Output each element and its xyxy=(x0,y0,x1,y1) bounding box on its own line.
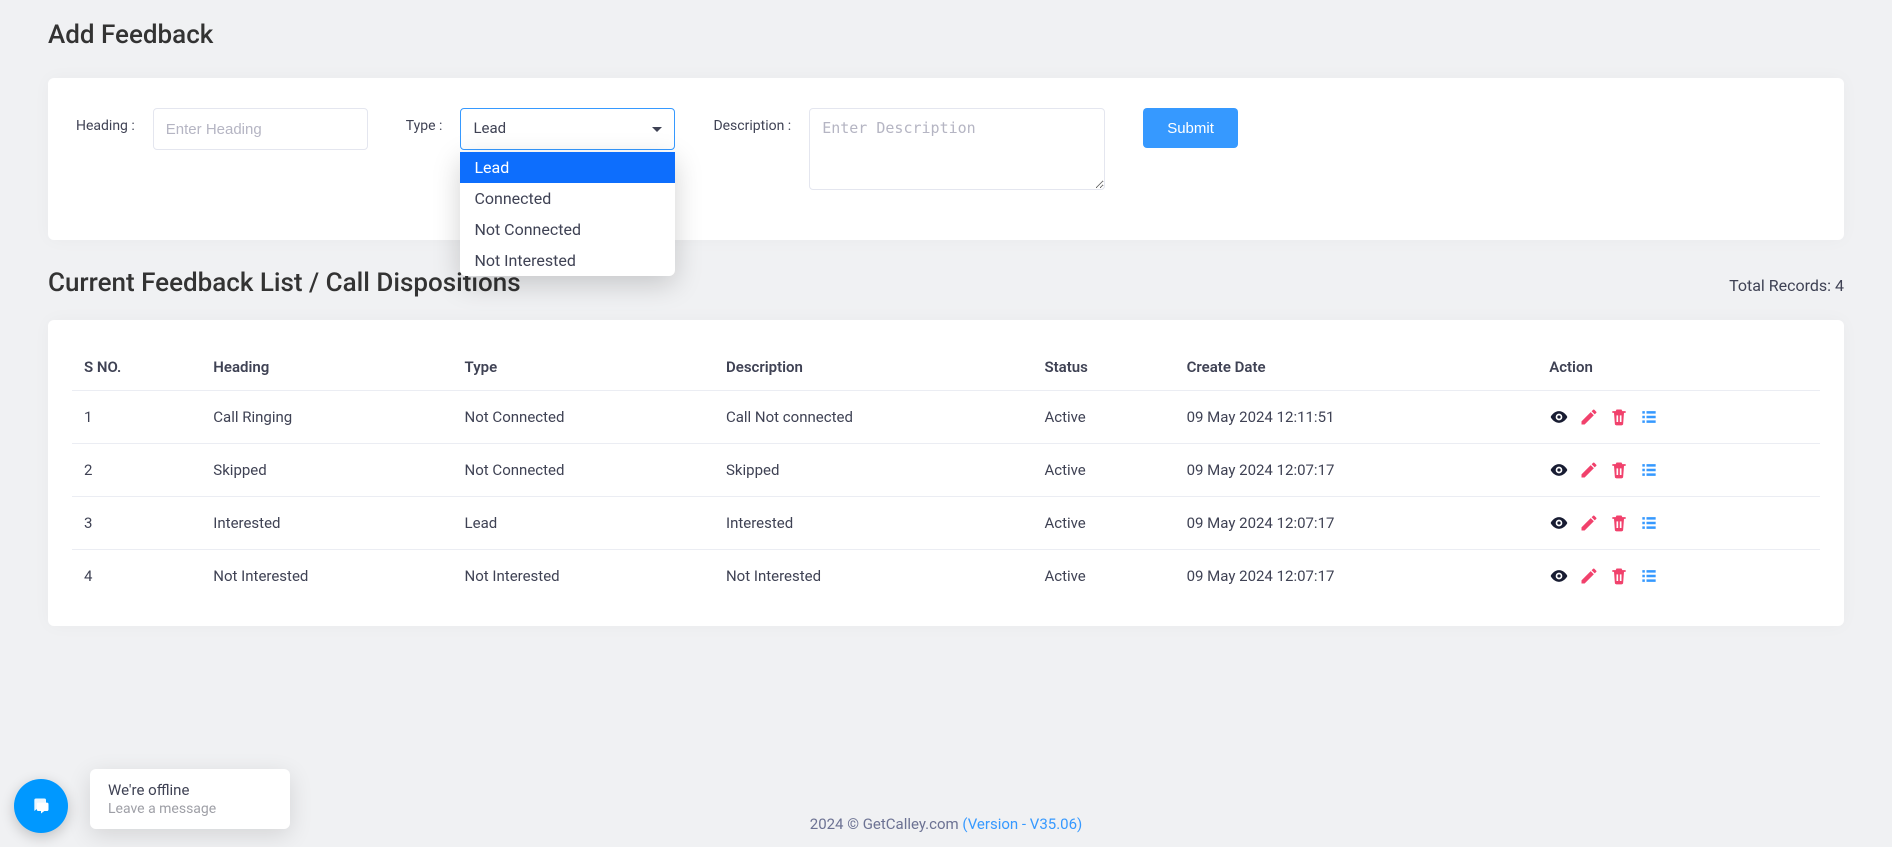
cell-heading: Call Ringing xyxy=(201,391,452,444)
edit-icon[interactable] xyxy=(1579,407,1599,427)
column-header: S NO. xyxy=(72,344,201,391)
type-option[interactable]: Not Interested xyxy=(460,245,675,276)
edit-icon[interactable] xyxy=(1579,460,1599,480)
cell-description: Not Interested xyxy=(714,550,1032,603)
page-title: Add Feedback xyxy=(48,20,1844,50)
cell-type: Not Connected xyxy=(453,391,714,444)
type-selected-value: Lead xyxy=(473,119,506,137)
cell-sno: 2 xyxy=(72,444,201,497)
cell-status: Active xyxy=(1032,444,1174,497)
cell-create_date: 09 May 2024 12:07:17 xyxy=(1175,444,1538,497)
cell-type: Lead xyxy=(453,497,714,550)
column-header: Action xyxy=(1537,344,1820,391)
table-row: 2SkippedNot ConnectedSkippedActive09 May… xyxy=(72,444,1820,497)
column-header: Heading xyxy=(201,344,452,391)
type-label: Type : xyxy=(406,108,443,134)
cell-status: Active xyxy=(1032,497,1174,550)
list-title: Current Feedback List / Call Disposition… xyxy=(48,268,521,298)
cell-action xyxy=(1537,444,1820,497)
type-option[interactable]: Not Connected xyxy=(460,214,675,245)
view-icon[interactable] xyxy=(1549,566,1569,586)
cell-action xyxy=(1537,391,1820,444)
version-link[interactable]: (Version - V35.06) xyxy=(962,815,1082,833)
view-icon[interactable] xyxy=(1549,513,1569,533)
delete-icon[interactable] xyxy=(1609,460,1629,480)
cell-type: Not Interested xyxy=(453,550,714,603)
feedback-table: S NO.HeadingTypeDescriptionStatusCreate … xyxy=(72,344,1820,602)
cell-description: Interested xyxy=(714,497,1032,550)
heading-input[interactable] xyxy=(153,108,368,150)
description-label: Description : xyxy=(713,108,791,134)
column-header: Status xyxy=(1032,344,1174,391)
view-icon[interactable] xyxy=(1549,407,1569,427)
list-icon[interactable] xyxy=(1639,566,1659,586)
chat-icon xyxy=(31,796,51,816)
description-textarea[interactable] xyxy=(809,108,1105,190)
type-option[interactable]: Connected xyxy=(460,183,675,214)
delete-icon[interactable] xyxy=(1609,513,1629,533)
list-icon[interactable] xyxy=(1639,460,1659,480)
cell-heading: Not Interested xyxy=(201,550,452,603)
column-header: Create Date xyxy=(1175,344,1538,391)
cell-action xyxy=(1537,550,1820,603)
heading-label: Heading : xyxy=(76,108,135,134)
type-option[interactable]: Lead xyxy=(460,152,675,183)
cell-sno: 3 xyxy=(72,497,201,550)
delete-icon[interactable] xyxy=(1609,407,1629,427)
footer-copyright: 2024 © GetCalley.com xyxy=(810,815,963,833)
table-row: 4Not InterestedNot InterestedNot Interes… xyxy=(72,550,1820,603)
cell-type: Not Connected xyxy=(453,444,714,497)
cell-heading: Interested xyxy=(201,497,452,550)
chat-status-text: We're offline xyxy=(108,781,272,799)
cell-status: Active xyxy=(1032,391,1174,444)
cell-sno: 4 xyxy=(72,550,201,603)
description-field-group: Description : xyxy=(713,108,1105,190)
delete-icon[interactable] xyxy=(1609,566,1629,586)
type-dropdown: LeadConnectedNot ConnectedNot Interested xyxy=(460,152,675,276)
column-header: Type xyxy=(453,344,714,391)
cell-sno: 1 xyxy=(72,391,201,444)
edit-icon[interactable] xyxy=(1579,513,1599,533)
cell-description: Skipped xyxy=(714,444,1032,497)
type-field-group: Type : Lead LeadConnectedNot ConnectedNo… xyxy=(406,108,676,150)
feedback-table-card: S NO.HeadingTypeDescriptionStatusCreate … xyxy=(48,320,1844,626)
type-select[interactable]: Lead xyxy=(460,108,675,150)
cell-action xyxy=(1537,497,1820,550)
cell-status: Active xyxy=(1032,550,1174,603)
cell-create_date: 09 May 2024 12:11:51 xyxy=(1175,391,1538,444)
total-records: Total Records: 4 xyxy=(1729,276,1844,295)
view-icon[interactable] xyxy=(1549,460,1569,480)
cell-create_date: 09 May 2024 12:07:17 xyxy=(1175,497,1538,550)
submit-button[interactable]: Submit xyxy=(1143,108,1238,148)
heading-field-group: Heading : xyxy=(76,108,368,150)
cell-heading: Skipped xyxy=(201,444,452,497)
cell-description: Call Not connected xyxy=(714,391,1032,444)
submit-wrap: Submit xyxy=(1143,108,1238,148)
table-row: 1Call RingingNot ConnectedCall Not conne… xyxy=(72,391,1820,444)
cell-create_date: 09 May 2024 12:07:17 xyxy=(1175,550,1538,603)
table-row: 3InterestedLeadInterestedActive09 May 20… xyxy=(72,497,1820,550)
chat-status-card[interactable]: We're offline Leave a message xyxy=(90,769,290,829)
chat-prompt-text: Leave a message xyxy=(108,801,272,817)
list-icon[interactable] xyxy=(1639,513,1659,533)
add-feedback-card: Heading : Type : Lead LeadConnectedNot C… xyxy=(48,78,1844,240)
chat-bubble-button[interactable] xyxy=(14,779,68,833)
column-header: Description xyxy=(714,344,1032,391)
edit-icon[interactable] xyxy=(1579,566,1599,586)
list-icon[interactable] xyxy=(1639,407,1659,427)
